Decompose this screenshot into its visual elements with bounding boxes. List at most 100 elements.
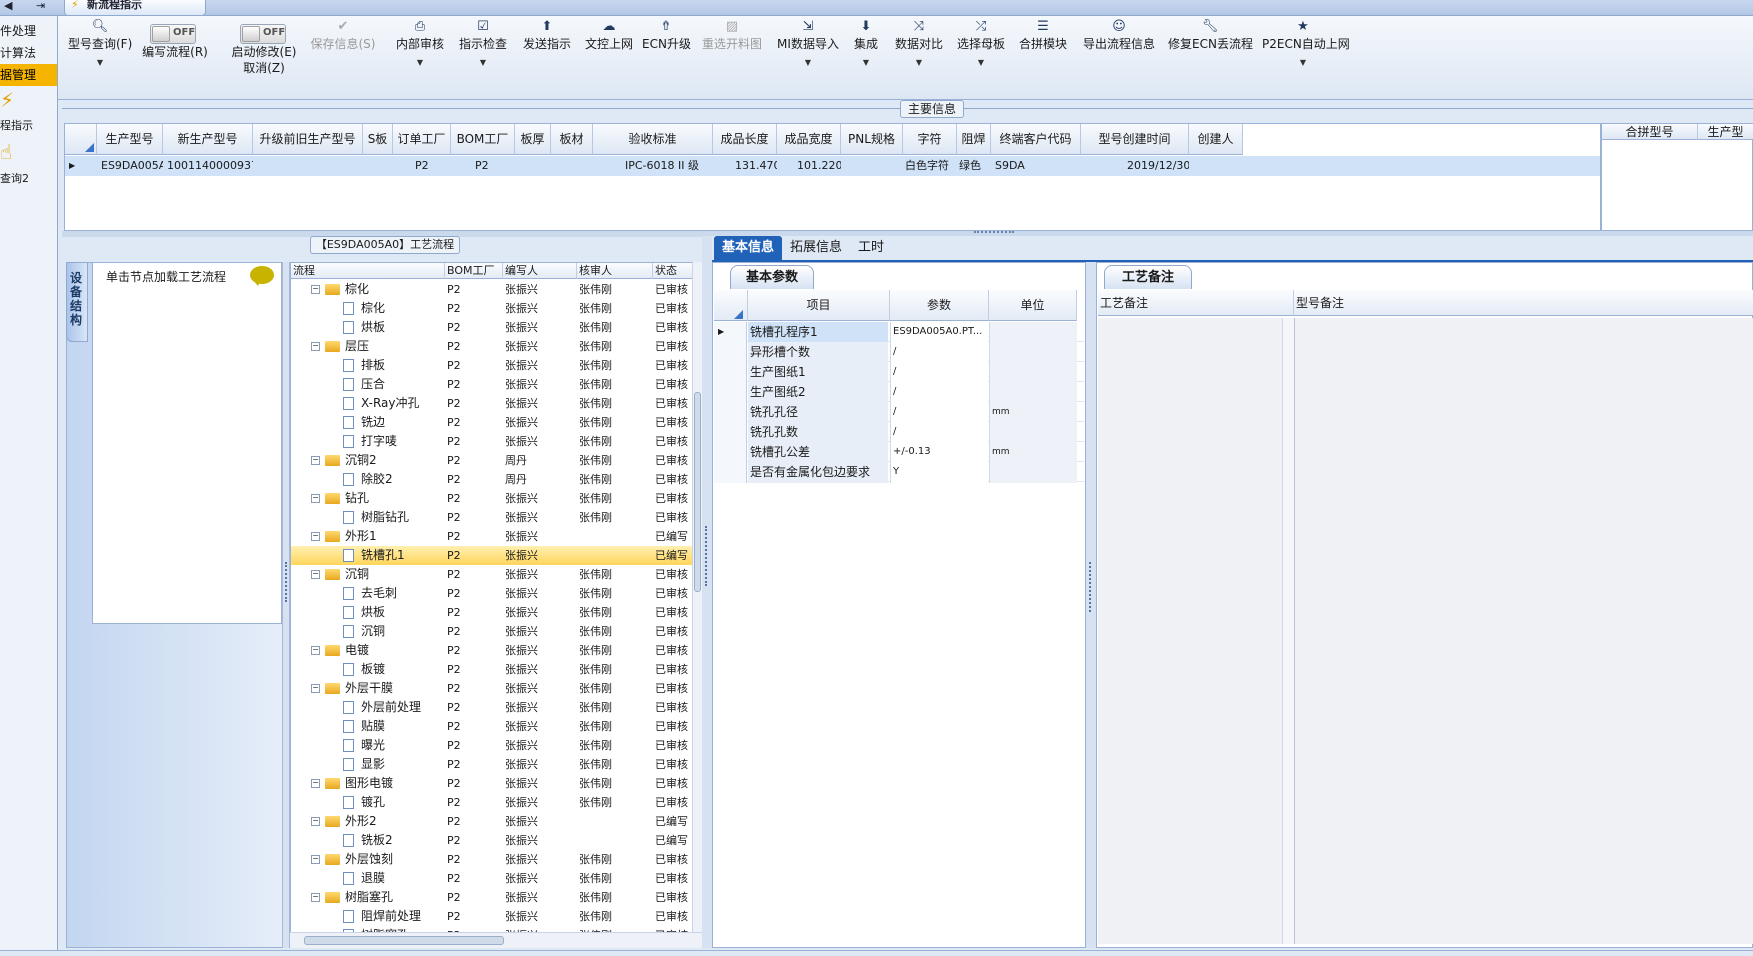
nav-sub-instruction[interactable]: 程指示 [0,117,33,133]
collapse-toggle[interactable]: − [311,779,320,788]
tree-row[interactable]: 压合 P2 张振兴 张伟刚 已审核 [291,375,695,394]
ecn-upgrade-button[interactable]: ⇮ ECN升级 [642,16,691,98]
col-header[interactable]: 订单工厂 [393,124,451,155]
device-structure-list[interactable] [92,262,282,624]
col-header[interactable]: 型号创建时间 [1081,124,1189,155]
lightning-icon[interactable]: ⚡ [0,88,14,112]
tree-row[interactable]: 曝光 P2 张振兴 张伟刚 已审核 [291,736,695,755]
tree-row[interactable]: − 电镀 P2 张振兴 张伟刚 已审核 [291,641,695,660]
col-header[interactable]: 编写人 [503,263,577,279]
col-header[interactable]: 合拼型号 [1602,124,1698,140]
collapse-toggle[interactable]: − [311,570,320,579]
tab-work-hours[interactable]: 工时 [850,236,892,260]
panel-module-button[interactable]: ☰ 合拼模块 [1016,16,1070,98]
param-value[interactable]: / [890,402,988,423]
notes-scrollbar[interactable] [1282,318,1294,944]
tree-row[interactable]: 烘板 P2 张振兴 张伟刚 已审核 [291,603,695,622]
device-structure-tab[interactable]: 设备结构 [66,262,88,342]
tree-row[interactable]: 沉铜 P2 张振兴 张伟刚 已审核 [291,622,695,641]
nav-item-2[interactable]: 据管理 [0,64,57,86]
mi-import-button[interactable]: ⇲ MI数据导入 ▼ [776,16,840,98]
col-header[interactable]: 升级前旧生产型号 [253,124,363,155]
tree-row[interactable]: 去毛刺 P2 张振兴 张伟刚 已审核 [291,584,695,603]
document-tab[interactable]: ⚡ 新流程指示 [64,0,206,16]
col-header[interactable]: 流程 [291,263,445,279]
param-row[interactable]: 铣孔孔数 / [714,422,1084,443]
col-header[interactable]: PNL规格 [841,124,903,155]
col-header[interactable]: 新生产型号 [163,124,253,155]
tree-row[interactable]: 铣槽孔1 P2 张振兴 已编写 [291,546,695,565]
collapse-toggle[interactable]: − [311,893,320,902]
col-header[interactable]: 核审人 [577,263,653,279]
data-compare-button[interactable]: ⤨ 数据对比 ▼ [892,16,946,98]
tree-row[interactable]: 显影 P2 张振兴 张伟刚 已审核 [291,755,695,774]
nav-item-0[interactable]: 件处理 [0,20,57,42]
collapse-toggle[interactable]: − [311,684,320,693]
collapse-toggle[interactable]: − [311,855,320,864]
param-value[interactable]: / [890,342,988,363]
tree-row[interactable]: − 钻孔 P2 张振兴 张伟刚 已审核 [291,489,695,508]
param-value[interactable]: / [890,362,988,383]
left-splitter[interactable] [282,262,290,948]
tree-row[interactable]: − 外层干膜 P2 张振兴 张伟刚 已审核 [291,679,695,698]
col-header[interactable]: 单位 [989,290,1077,321]
tree-row[interactable]: 铣边 P2 张振兴 张伟刚 已审核 [291,413,695,432]
param-row[interactable]: 铣孔孔径 / mm [714,402,1084,423]
tree-row[interactable]: 阻焊前处理 P2 张振兴 张伟刚 已审核 [291,907,695,926]
tree-row[interactable]: 板镀 P2 张振兴 张伟刚 已审核 [291,660,695,679]
start-modify-toggle[interactable]: OFF [240,24,286,44]
collapse-toggle[interactable]: − [311,342,320,351]
select-mother-button[interactable]: ⤮ 选择母板 ▼ [954,16,1008,98]
tree-row[interactable]: − 沉铜 P2 张振兴 张伟刚 已审核 [291,565,695,584]
tree-row[interactable]: X-Ray冲孔 P2 张振兴 张伟刚 已审核 [291,394,695,413]
right-splitter[interactable] [1086,262,1096,948]
col-header[interactable]: 成品长度 [713,124,777,155]
col-header[interactable]: 验收标准 [593,124,713,155]
param-value[interactable]: / [890,422,988,443]
col-header[interactable]: 板材 [551,124,593,155]
collapse-toggle[interactable]: − [311,494,320,503]
col-header[interactable]: 终端客户代码 [991,124,1081,155]
col-header[interactable]: 工艺备注 [1098,290,1294,316]
tree-row[interactable]: 退膜 P2 张振兴 张伟刚 已审核 [291,869,695,888]
tree-row[interactable]: 烘板 P2 张振兴 张伟刚 已审核 [291,318,695,337]
tree-horizontal-scrollbar[interactable] [290,932,702,948]
repair-ecn-button[interactable]: 🔧︎ 修复ECN丢流程 [1168,16,1253,98]
export-flow-button[interactable]: ☺ 导出流程信息 [1080,16,1158,98]
col-header[interactable]: 生产型号 [97,124,163,155]
reselect-cut-button[interactable]: ▨ 重选开料图 [700,16,764,98]
col-header[interactable]: BOM工厂 [445,263,503,279]
tab-extended-info[interactable]: 拓展信息 [782,236,850,260]
param-row[interactable]: 生产图纸2/ [714,382,1084,403]
tree-row[interactable]: 镀孔 P2 张振兴 张伟刚 已审核 [291,793,695,812]
collapse-toggle[interactable]: − [311,285,320,294]
scroll-thumb[interactable] [304,936,504,945]
col-header[interactable]: 生产型 [1698,124,1753,140]
param-row[interactable]: ▶ 铣槽孔程序1 ES9DA005A0.PT... [714,322,1084,343]
internal-review-button[interactable]: ⎙ 内部审核 ▼ [394,16,446,98]
param-row[interactable]: 生产图纸1/ [714,362,1084,383]
tree-row[interactable]: 贴膜 P2 张振兴 张伟刚 已审核 [291,717,695,736]
tree-row[interactable]: 棕化 P2 张振兴 张伟刚 已审核 [291,299,695,318]
tree-vertical-scrollbar[interactable] [692,262,702,932]
middle-splitter[interactable] [702,236,712,948]
nav-item-1[interactable]: 计算法 [0,42,57,64]
collapse-toggle[interactable]: − [311,646,320,655]
send-instruction-button[interactable]: ⬆ 发送指示 [520,16,574,98]
col-header[interactable]: 参数 [890,290,989,321]
hand-icon[interactable]: ☝ [0,140,12,164]
exit-icon[interactable]: ⇥ [36,0,54,14]
param-value[interactable]: +/-0.13 [890,442,988,463]
tab-basic-info[interactable]: 基本信息 [714,236,783,260]
param-value[interactable]: ES9DA005A0.PT... [890,322,988,343]
tree-row[interactable]: − 外层蚀刻 P2 张振兴 张伟刚 已审核 [291,850,695,869]
tree-row[interactable]: 排板 P2 张振兴 张伟刚 已审核 [291,356,695,375]
write-flow-toggle[interactable]: OFF [150,24,196,44]
integrate-button[interactable]: ⬇ 集成 ▼ [848,16,884,98]
tree-row[interactable]: − 图形电镀 P2 张振兴 张伟刚 已审核 [291,774,695,793]
collapse-toggle[interactable]: − [311,456,320,465]
tree-row[interactable]: − 沉铜2 P2 周丹 张伟刚 已审核 [291,451,695,470]
col-header[interactable]: 成品宽度 [777,124,841,155]
col-header[interactable]: 项目 [748,290,890,321]
text-online-button[interactable]: ☁ 文控上网 [582,16,636,98]
